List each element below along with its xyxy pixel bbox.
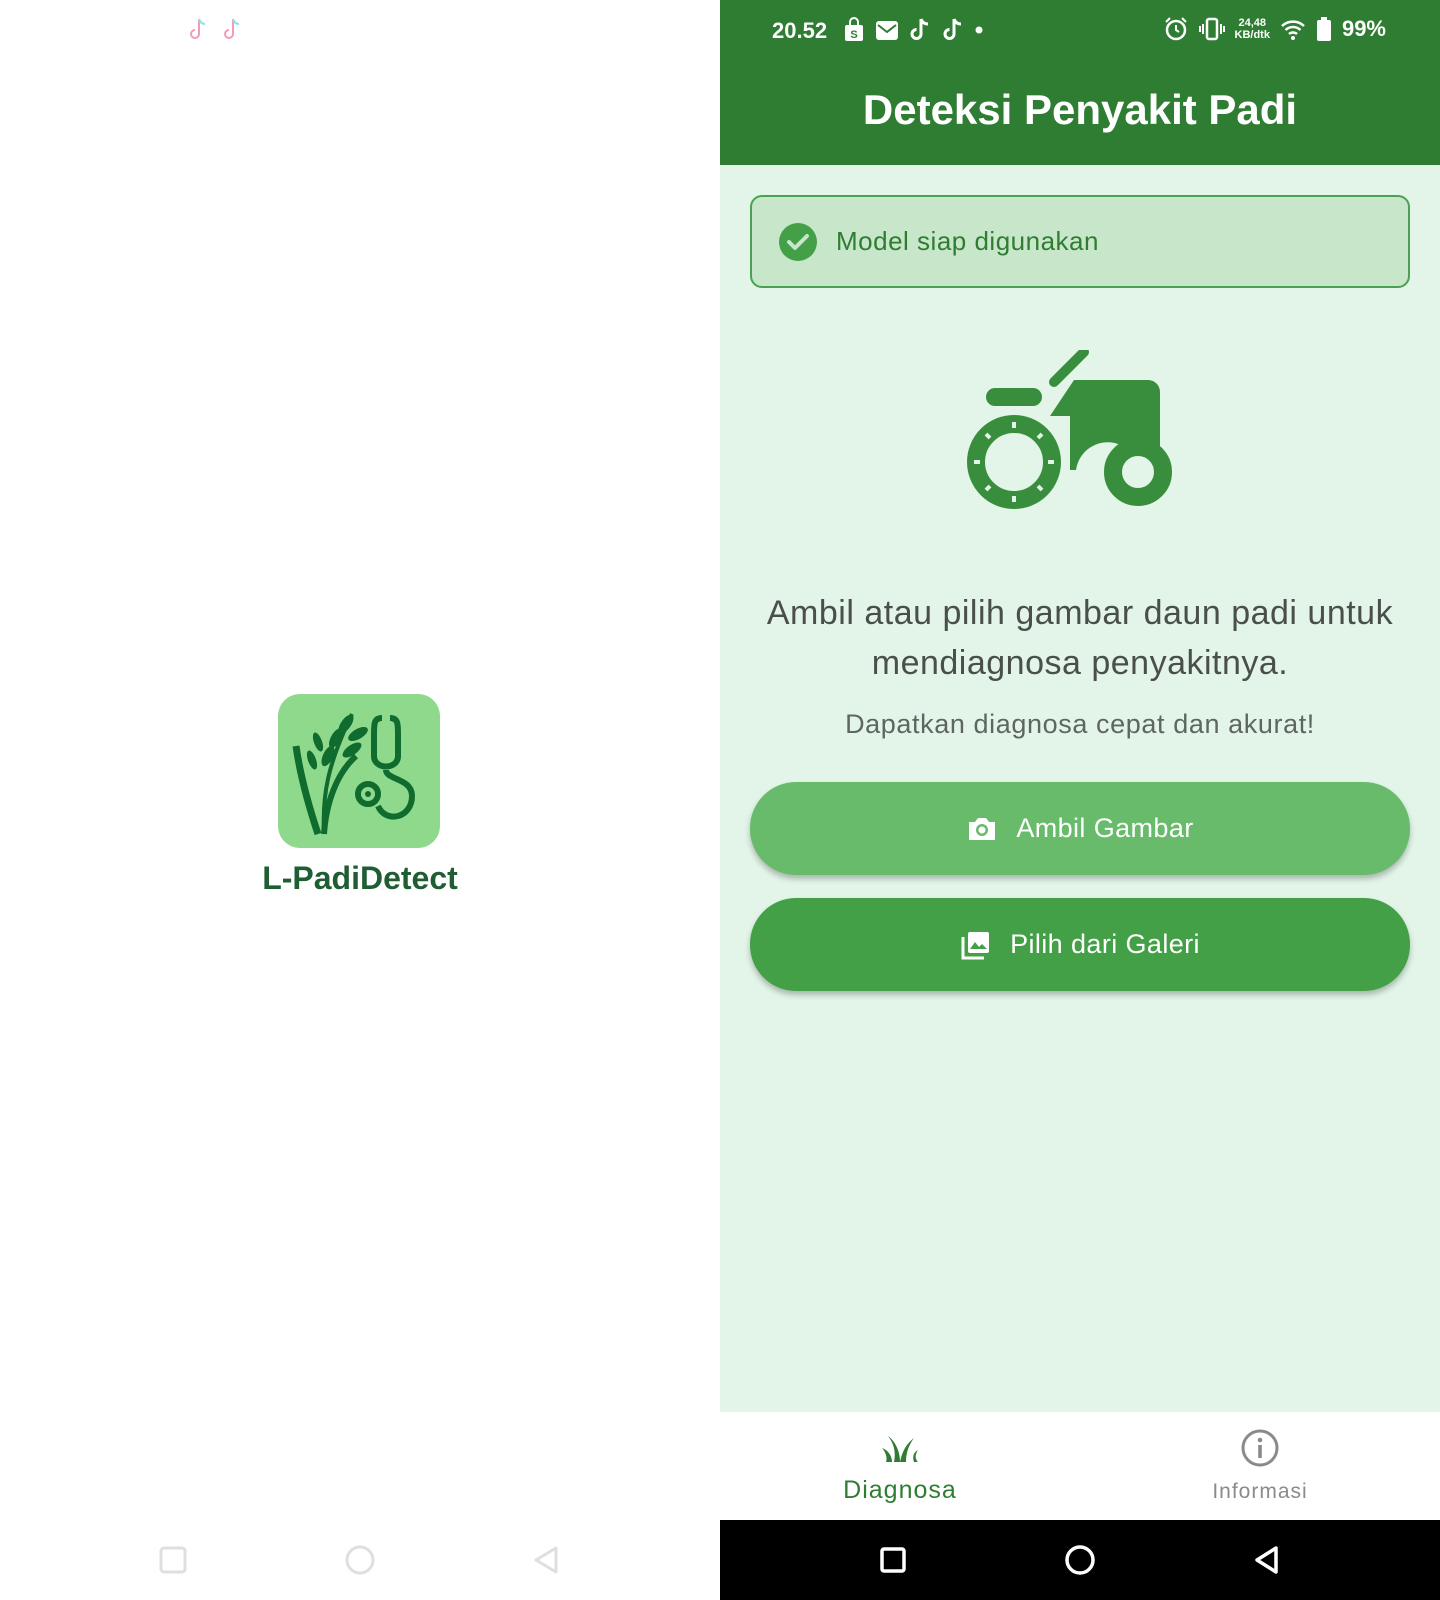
net-speed: 24,48 KB/dtk [1235, 17, 1270, 41]
app-bar: 20.52 S 24,48 KB/dtk 99% Deteksi Penyaki… [720, 0, 1440, 165]
page-title: Deteksi Penyakit Padi [862, 86, 1298, 133]
wifi-icon [1281, 20, 1305, 40]
svg-text:S: S [850, 29, 857, 41]
recents-icon[interactable] [875, 1542, 911, 1578]
recents-icon [159, 1546, 187, 1574]
tiktok-icon [224, 18, 240, 39]
system-navigation-bar [720, 1520, 1440, 1600]
alarm-icon [1164, 17, 1187, 41]
status-indicators: 24,48 KB/dtk 99% [1163, 16, 1386, 42]
take-photo-button[interactable]: Ambil Gambar [750, 782, 1410, 875]
model-status-banner: Model siap digunakan [750, 195, 1410, 288]
rice-stethoscope-logo [292, 713, 416, 836]
net-speed-unit: KB/dtk [1234, 29, 1270, 41]
splash-screen: L-PadiDetect [0, 0, 720, 1600]
mail-icon [876, 21, 898, 40]
more-dot-icon [975, 26, 983, 34]
battery-icon [1316, 17, 1331, 41]
tiktok-icon [943, 18, 962, 40]
splash-app-name: L-PadiDetect [262, 860, 458, 896]
back-icon[interactable] [1249, 1542, 1285, 1578]
status-bar: 20.52 S 24,48 KB/dtk 99% [720, 0, 1440, 62]
status-time: 20.52 [772, 18, 828, 43]
notification-icons: S [842, 17, 984, 43]
tab-informasi-label: Informasi [1212, 1480, 1308, 1503]
camera-icon [969, 817, 996, 840]
photo-library-icon [961, 931, 990, 959]
battery-percent: 99% [1341, 16, 1386, 41]
tab-diagnosa[interactable]: Diagnosa [720, 1412, 1080, 1520]
home-icon [345, 1545, 375, 1575]
back-icon [534, 1546, 558, 1574]
app-logo [278, 694, 440, 848]
check-circle-icon [779, 222, 817, 261]
model-status-text: Model siap digunakan [836, 226, 1099, 256]
pick-gallery-label: Pilih dari Galeri [1010, 929, 1200, 959]
vibrate-icon [1198, 17, 1225, 41]
grass-icon [882, 1436, 918, 1462]
tab-diagnosa-label: Diagnosa [843, 1476, 957, 1504]
take-photo-label: Ambil Gambar [1016, 813, 1194, 843]
main-screen: 20.52 S 24,48 KB/dtk 99% Deteksi Penyaki… [720, 0, 1440, 1600]
hero-subline: Dapatkan diagnosa cepat dan akurat! [845, 709, 1315, 739]
bottom-navigation: Diagnosa Informasi [720, 1412, 1440, 1520]
splash-status-icons [186, 16, 244, 44]
tiktok-icon [910, 18, 929, 40]
pick-gallery-button[interactable]: Pilih dari Galeri [750, 898, 1410, 991]
splash-system-nav [0, 1520, 720, 1600]
tiktok-icon [190, 18, 206, 39]
net-speed-value: 24,48 [1238, 17, 1266, 29]
home-icon[interactable] [1062, 1542, 1098, 1578]
tab-informasi[interactable]: Informasi [1080, 1412, 1440, 1520]
tractor-icon [967, 350, 1172, 509]
hero-headline: Ambil atau pilih gambar daun padi untuk … [766, 594, 1394, 682]
info-icon [1241, 1429, 1279, 1467]
shopping-bag-icon: S [845, 17, 863, 41]
